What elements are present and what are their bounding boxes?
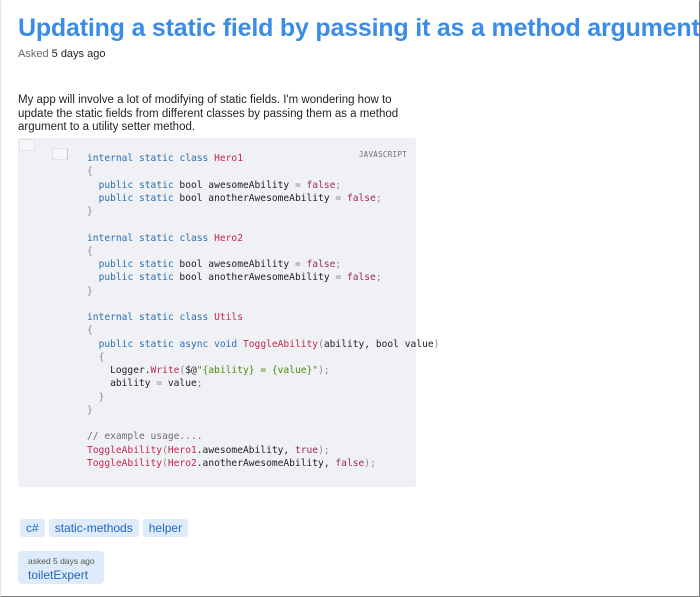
code-line: ToggleAbility(Hero1.awesomeAbility, true…	[87, 444, 330, 456]
question-title[interactable]: Updating a static field by passing it as…	[18, 12, 700, 44]
code-line: internal static class Hero1	[87, 153, 243, 164]
user-name-link[interactable]: toiletExpert	[28, 568, 88, 582]
code-line: Logger.Write($@"{ability} = {value}");	[87, 365, 330, 376]
code-line: {	[98, 351, 105, 363]
code-line: {	[87, 245, 93, 257]
tag-helper[interactable]: helper	[142, 519, 189, 537]
code-line: {	[87, 166, 93, 178]
code-line: internal static class Utils	[87, 312, 243, 323]
code-line: }	[87, 285, 93, 297]
code-line: public static async void ToggleAbility(a…	[98, 338, 440, 350]
code-line: ability = value;	[87, 378, 203, 390]
code-line: internal static class Hero2	[87, 232, 243, 244]
tag-static-methods[interactable]: static-methods	[48, 519, 139, 537]
code-line: public static bool anotherAwesomeAbility…	[98, 192, 382, 204]
user-card: asked 5 days ago toiletExpert	[18, 551, 104, 584]
code-line: public static bool awesomeAbility = fals…	[98, 179, 342, 191]
code-line: public static bool anotherAwesomeAbility…	[98, 272, 382, 284]
code-line: {	[87, 325, 93, 337]
question-body: My app will involve a lot of modifying o…	[18, 94, 399, 134]
code-block: JAVASCRIPT internal static class Hero1 { …	[18, 138, 439, 487]
asked-time: 5 days ago	[51, 48, 106, 60]
asked-label: Asked	[18, 48, 49, 60]
user-card-asked-time: asked 5 days ago	[28, 556, 95, 566]
copy-icon[interactable]	[19, 139, 35, 151]
code-line: }	[87, 206, 93, 217]
code-line: ToggleAbility(Hero2.anotherAwesomeAbilit…	[87, 457, 376, 469]
code-line: public static bool awesomeAbility = fals…	[98, 259, 342, 270]
code-line: // example usage....	[87, 431, 203, 443]
code-toolbar: JAVASCRIPT	[18, 138, 416, 160]
asked-line: Asked 5 days ago	[18, 47, 105, 61]
wrap-lines-icon[interactable]	[52, 148, 68, 160]
tag-csharp[interactable]: c#	[20, 519, 45, 537]
code-line: }	[87, 404, 93, 416]
code-line: }	[98, 391, 105, 403]
tag-list: c# static-methods helper	[20, 519, 192, 538]
code-content: internal static class Hero1 { public stat…	[87, 152, 439, 470]
